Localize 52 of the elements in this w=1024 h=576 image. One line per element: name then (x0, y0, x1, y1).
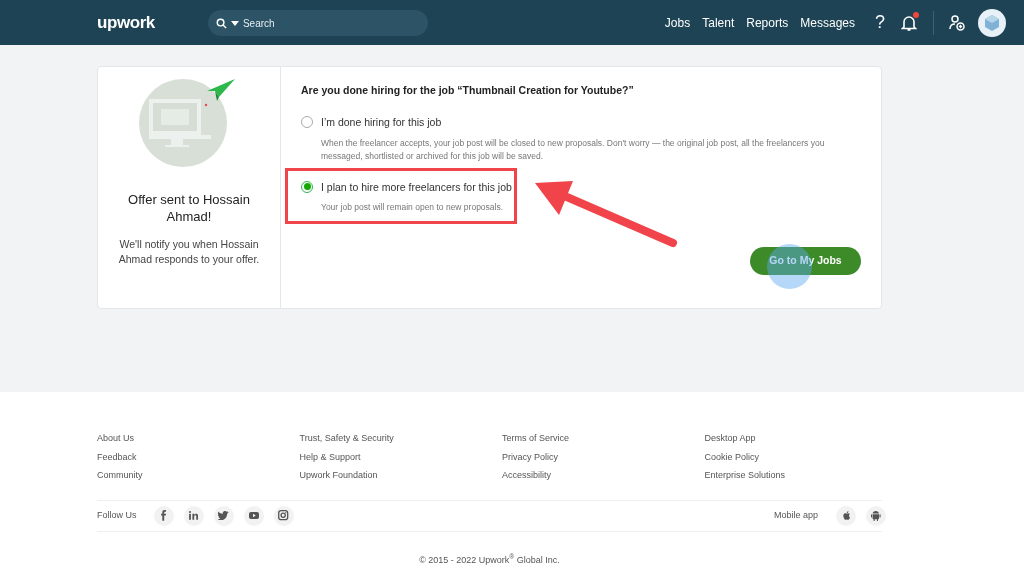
youtube-link[interactable] (243, 505, 264, 526)
android-icon (871, 510, 881, 521)
linkedin-icon (188, 511, 199, 520)
nav-link[interactable]: Talent (702, 13, 735, 32)
apple-icon (842, 510, 850, 521)
footer-link[interactable]: Desktop App (704, 432, 907, 445)
android-link[interactable] (866, 505, 886, 526)
notification-button[interactable] (901, 13, 917, 32)
footer-link[interactable]: Upwork Foundation (299, 469, 502, 482)
twitter-icon (218, 511, 229, 520)
facebook-icon (160, 510, 167, 521)
option-label[interactable]: I plan to hire more freelancers for this job (321, 179, 861, 196)
nav-link[interactable]: Reports (746, 13, 789, 32)
footer-link[interactable]: Privacy Policy (502, 450, 705, 463)
option-description: Your job post will remain open to new proposals. (321, 201, 505, 215)
click-indicator (767, 244, 812, 289)
facebook-link[interactable] (153, 505, 174, 526)
linkedin-link[interactable] (183, 505, 204, 526)
option-label[interactable]: I’m done hiring for this job (321, 114, 861, 131)
footer-link[interactable]: Cookie Policy (704, 450, 907, 463)
youtube-icon (248, 512, 259, 519)
footer-link[interactable]: Terms of Service (502, 432, 705, 445)
instagram-link[interactable] (273, 505, 294, 526)
footer-link[interactable]: Community (97, 469, 300, 482)
logo[interactable]: upwork (97, 9, 155, 36)
caret-icon (230, 20, 239, 26)
copyright-text: © 2015 - 2022 Upwork$^{®}$ Global Inc. (419, 554, 560, 565)
radio-button[interactable] (301, 115, 313, 128)
footer-link[interactable]: Trust, Safety & Security (299, 432, 502, 445)
nav-link[interactable]: Jobs (664, 13, 691, 32)
footer-link[interactable]: Accessibility (502, 469, 705, 482)
footer-link[interactable]: Enterprise Solutions (704, 469, 907, 482)
footer-link[interactable]: About Us (97, 432, 300, 445)
search-icon (215, 17, 227, 29)
twitter-link[interactable] (213, 505, 234, 526)
question-text: Are you done hiring for the job “Thumbnail Creation for Youtube?” (301, 83, 635, 98)
radio-button[interactable] (301, 180, 313, 193)
bell-icon (901, 13, 917, 32)
follow-label: Follow Us (97, 508, 137, 522)
footer-link[interactable]: Feedback (97, 450, 300, 463)
avatar[interactable] (978, 8, 1006, 37)
nav-link[interactable]: Messages (800, 13, 855, 32)
user-add-icon[interactable] (948, 13, 966, 32)
offer-title: Offer sent to Hossain Ahmad! (127, 191, 251, 225)
offer-message: We'll notify you when Hossain Ahmad responds to your offer. (117, 237, 261, 267)
footer-link[interactable]: Help & Support (299, 450, 502, 463)
help-button[interactable]: ? (875, 9, 885, 36)
search-field[interactable]: Search (207, 10, 428, 36)
mobile-app-label: Mobile app (773, 508, 818, 522)
option-description: When the freelancer accepts, your job post will be closed to new proposals. Don't worry — the original job post, all the freelancers you messaged, shortlisted or archived for this job will be saved. (321, 136, 826, 163)
instagram-icon (278, 510, 289, 521)
apple-link[interactable] (836, 505, 856, 526)
